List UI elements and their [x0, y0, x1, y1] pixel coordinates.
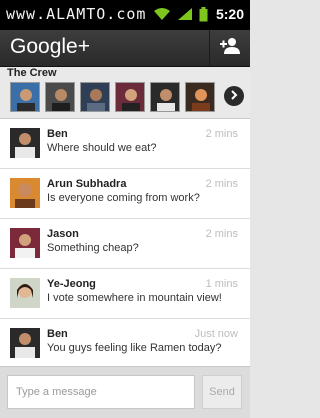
wifi-icon — [153, 7, 171, 21]
avatar[interactable] — [115, 82, 145, 112]
add-person-button[interactable] — [209, 30, 250, 66]
avatar[interactable] — [80, 82, 110, 112]
sender-avatar — [10, 228, 40, 258]
message-time: 1 mins — [205, 278, 238, 290]
avatar[interactable] — [45, 82, 75, 112]
message-composer: Send — [0, 366, 250, 418]
next-members-button[interactable] — [224, 86, 244, 106]
message-item[interactable]: Jason 2 mins Something cheap? — [0, 219, 250, 269]
message-item[interactable]: Ben Just now You guys feeling like Ramen… — [0, 319, 250, 366]
message-item[interactable]: Arun Subhadra 2 mins Is everyone coming … — [0, 169, 250, 219]
message-item[interactable]: Ben 2 mins Where should we eat? — [0, 119, 250, 169]
message-text: You guys feeling like Ramen today? — [47, 342, 222, 354]
send-button[interactable]: Send — [202, 375, 242, 409]
message-text: Where should we eat? — [47, 142, 157, 154]
chevron-right-icon — [229, 87, 239, 105]
avatar[interactable] — [10, 82, 40, 112]
sender-name: Ye-Jeong — [47, 278, 96, 290]
message-time: 2 mins — [205, 178, 238, 190]
sender-avatar — [10, 178, 40, 208]
circle-avatars — [10, 82, 215, 112]
avatar[interactable] — [185, 82, 215, 112]
add-person-icon — [219, 37, 241, 60]
sender-avatar — [10, 128, 40, 158]
message-list[interactable]: Ben 2 mins Where should we eat? Arun Sub… — [0, 119, 250, 366]
status-clock: 5:20 — [215, 6, 244, 22]
message-text: Is everyone coming from work? — [47, 192, 200, 204]
sender-avatar — [10, 328, 40, 358]
avatar[interactable] — [150, 82, 180, 112]
message-input[interactable] — [7, 375, 195, 409]
message-text: Something cheap? — [47, 242, 139, 254]
sender-name: Jason — [47, 228, 79, 240]
message-time: Just now — [194, 328, 238, 340]
message-time: 2 mins — [205, 128, 238, 140]
status-icons: 5:20 — [153, 6, 244, 22]
circle-strip: The Crew — [0, 67, 250, 119]
sender-name: Ben — [47, 328, 68, 340]
sender-name: Arun Subhadra — [47, 178, 127, 190]
watermark-text: www.ALAMTO.com — [6, 5, 147, 23]
signal-icon — [177, 7, 193, 21]
message-text: I vote somewhere in mountain view! — [47, 292, 222, 304]
app-bar: Google+ — [0, 30, 250, 67]
circle-title: The Crew — [7, 67, 57, 79]
message-item[interactable]: Ye-Jeong 1 mins I vote somewhere in moun… — [0, 269, 250, 319]
message-time: 2 mins — [205, 228, 238, 240]
sender-name: Ben — [47, 128, 68, 140]
app-title: Google+ — [10, 35, 90, 58]
sender-avatar — [10, 278, 40, 308]
status-bar: www.ALAMTO.com 5:20 — [0, 0, 250, 30]
battery-icon — [199, 6, 208, 22]
